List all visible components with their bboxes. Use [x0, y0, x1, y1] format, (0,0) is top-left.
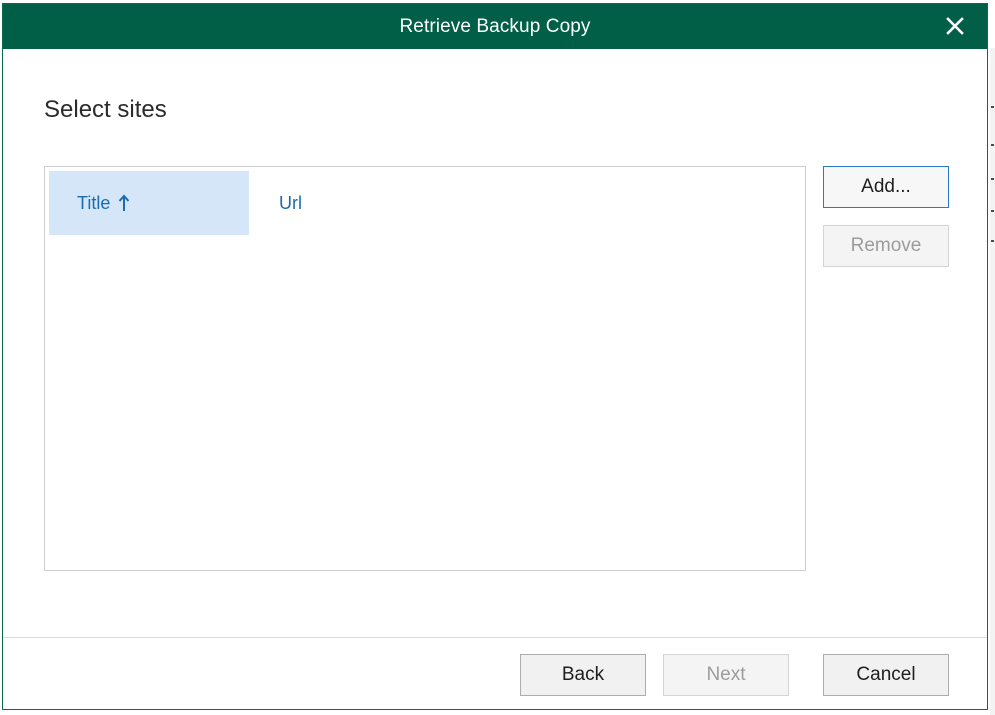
- column-header-url[interactable]: Url: [251, 171, 551, 235]
- background-app-edge: [990, 48, 995, 715]
- page-title: Select sites: [44, 96, 167, 123]
- column-header-title[interactable]: Title: [49, 171, 249, 235]
- column-url-label: Url: [279, 192, 302, 213]
- remove-button[interactable]: Remove: [823, 225, 949, 267]
- close-button[interactable]: [941, 12, 969, 40]
- arrow-up-icon: [118, 194, 130, 212]
- next-button[interactable]: Next: [663, 654, 789, 696]
- back-button[interactable]: Back: [520, 654, 646, 696]
- sites-list[interactable]: Title Url: [44, 166, 806, 571]
- footer-divider: [3, 637, 987, 638]
- column-title-label: Title: [77, 192, 111, 213]
- cancel-button[interactable]: Cancel: [823, 654, 949, 696]
- close-icon: [946, 17, 964, 35]
- retrieve-backup-copy-dialog: Retrieve Backup Copy Select sites Title …: [2, 3, 988, 710]
- dialog-titlebar: Retrieve Backup Copy: [3, 4, 987, 49]
- add-button[interactable]: Add...: [823, 166, 949, 208]
- dialog-title: Retrieve Backup Copy: [399, 15, 591, 37]
